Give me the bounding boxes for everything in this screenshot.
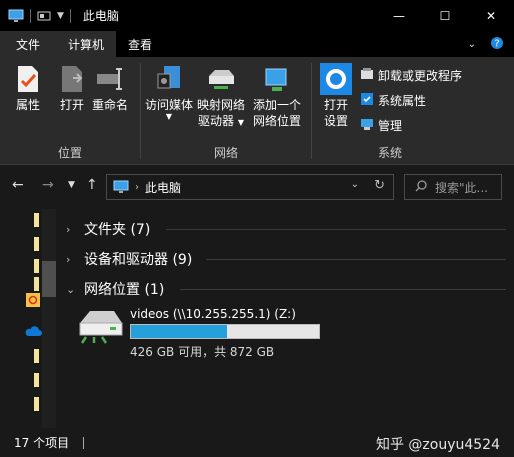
- access-media-button[interactable]: 访问媒体 ▼: [145, 63, 193, 121]
- folder-icon[interactable]: [34, 349, 39, 363]
- ribbon-extras: ⌄ ?: [468, 31, 514, 57]
- onedrive-icon[interactable]: [24, 325, 42, 340]
- breadcrumb[interactable]: 此电脑: [145, 179, 181, 196]
- ribbon: 属性 打开 重命名 位置 访问媒体 ▼ 映射网络 驱动器 ▼ 添加一个 网络位置…: [0, 57, 514, 165]
- drive-name[interactable]: videos (\\10.255.255.1) (Z:): [130, 307, 296, 321]
- folder-icon[interactable]: [34, 373, 39, 387]
- drive-space-text: 426 GB 可用，共 872 GB: [130, 345, 275, 359]
- customize-toolbar-dropdown-icon[interactable]: ▼: [57, 11, 64, 21]
- group-label-network: 网络: [213, 146, 238, 160]
- chevron-down-icon[interactable]: ⌄: [66, 283, 76, 296]
- add-network-location-button[interactable]: 添加一个 网络位置: [253, 63, 301, 129]
- up-arrow-icon[interactable]: ↑: [86, 177, 98, 193]
- minimize-button[interactable]: —: [376, 0, 422, 31]
- maximize-button[interactable]: ☐: [422, 0, 468, 31]
- chevron-down-icon: ▼: [165, 112, 173, 121]
- watermark-text: 知乎 @zouyu4524: [375, 437, 500, 453]
- rename-button[interactable]: 重命名: [92, 63, 128, 113]
- section-divider: [180, 289, 506, 290]
- rename-icon: [94, 63, 126, 95]
- group-location: 属性 打开 重命名 位置: [0, 57, 140, 165]
- window-controls: — ☐ ✕: [376, 0, 514, 31]
- recent-locations-chevron-icon[interactable]: ▼: [68, 180, 75, 190]
- section-network-locations[interactable]: ⌄ 网络位置 (1): [66, 279, 164, 299]
- network-location-icon: [261, 63, 293, 95]
- system-properties-button[interactable]: 系统属性: [360, 90, 426, 110]
- creative-cloud-icon[interactable]: [26, 293, 40, 310]
- section-divider: [166, 229, 506, 230]
- forward-arrow-icon[interactable]: →: [42, 177, 54, 193]
- status-bar: 17 个项目 知乎 @zouyu4524: [0, 428, 514, 457]
- media-server-icon: [153, 63, 185, 95]
- scrollbar-thumb[interactable]: [42, 261, 56, 297]
- drive-usage-bar: [130, 324, 320, 339]
- settings-gear-icon: [320, 63, 352, 95]
- folder-icon[interactable]: [34, 277, 39, 291]
- group-label-system: 系统: [377, 146, 402, 160]
- group-label-location: 位置: [57, 146, 82, 160]
- open-settings-button[interactable]: 打开 设置: [320, 63, 352, 129]
- address-dropdown-icon[interactable]: ⌄: [351, 179, 359, 190]
- manage-button[interactable]: 管理: [360, 115, 402, 135]
- tab-file[interactable]: 文件: [0, 31, 56, 57]
- system-properties-icon: [360, 92, 374, 109]
- folder-icon[interactable]: [34, 259, 39, 273]
- toolbar-divider: [69, 8, 71, 23]
- search-icon: [415, 179, 427, 195]
- drive-usage-fill: [131, 325, 227, 338]
- chevron-right-icon[interactable]: ›: [66, 253, 76, 266]
- title-bar: ▼ 此电脑 — ☐ ✕: [0, 0, 514, 31]
- section-divider: [206, 259, 506, 260]
- navigation-scrollbar[interactable]: [42, 209, 56, 428]
- manage-icon: [360, 117, 374, 134]
- section-folders[interactable]: › 文件夹 (7): [66, 219, 150, 239]
- chevron-right-icon[interactable]: ›: [66, 223, 76, 236]
- network-drive-icon[interactable]: [76, 307, 126, 350]
- folder-icon[interactable]: [34, 397, 39, 411]
- uninstall-programs-button[interactable]: 卸载或更改程序: [360, 65, 462, 85]
- map-network-drive-button[interactable]: 映射网络 驱动器 ▼: [197, 63, 245, 131]
- chevron-down-icon: ▼: [237, 118, 244, 127]
- folder-icon[interactable]: [34, 237, 39, 251]
- tab-view[interactable]: 查看: [116, 31, 164, 57]
- search-placeholder: 搜索"此...: [435, 180, 488, 195]
- properties-button[interactable]: 属性: [12, 63, 44, 113]
- open-button[interactable]: 打开: [56, 63, 88, 113]
- status-divider: [83, 436, 85, 449]
- back-arrow-icon[interactable]: ←: [12, 177, 24, 193]
- tab-computer[interactable]: 计算机: [56, 31, 117, 57]
- properties-small-icon[interactable]: [37, 10, 51, 22]
- window-title: 此电脑: [82, 9, 119, 23]
- network-drive-icon: [205, 63, 237, 95]
- close-button[interactable]: ✕: [468, 0, 514, 31]
- refresh-icon[interactable]: ↻: [374, 178, 385, 193]
- search-box[interactable]: 搜索"此...: [404, 174, 502, 200]
- address-bar[interactable]: › 此电脑 ⌄ ↻: [106, 174, 394, 200]
- group-system: 打开 设置 卸载或更改程序 系统属性 管理 系统: [312, 57, 514, 165]
- expand-ribbon-icon[interactable]: ⌄: [468, 39, 476, 50]
- quick-access-toolbar: ▼ 此电脑: [0, 0, 119, 31]
- help-icon[interactable]: ?: [490, 36, 504, 53]
- svg-text:?: ?: [494, 38, 499, 49]
- section-devices-and-drives[interactable]: › 设备和驱动器 (9): [66, 249, 192, 269]
- content-pane: › 文件夹 (7) › 设备和驱动器 (9) ⌄ 网络位置 (1) videos…: [60, 209, 514, 428]
- computer-icon: [113, 180, 129, 194]
- group-network: 访问媒体 ▼ 映射网络 驱动器 ▼ 添加一个 网络位置 网络: [141, 57, 311, 165]
- ribbon-tabs: 文件 计算机 查看 ⌄ ?: [0, 31, 514, 57]
- computer-icon[interactable]: [8, 9, 24, 23]
- uninstall-icon: [360, 67, 374, 84]
- breadcrumb-separator-icon[interactable]: ›: [135, 182, 139, 193]
- folder-icon[interactable]: [34, 213, 39, 227]
- open-icon: [56, 63, 88, 95]
- toolbar-divider: [30, 8, 31, 23]
- navigation-pane[interactable]: [0, 209, 58, 428]
- item-count: 17 个项目: [14, 436, 70, 450]
- navigation-bar: ← → ▼ ↑ › 此电脑 ⌄ ↻ 搜索"此...: [0, 165, 514, 209]
- properties-icon: [12, 63, 44, 95]
